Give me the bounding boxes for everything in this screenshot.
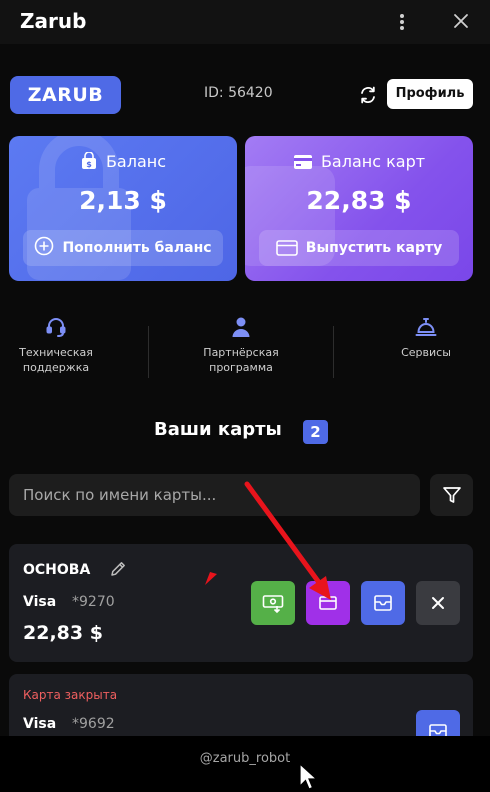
close-window-icon[interactable]	[450, 10, 472, 32]
edit-pencil-icon[interactable]	[109, 560, 127, 578]
user-icon	[232, 317, 250, 337]
main-content: ZARUB ID: 56420 Профиль $ Баланс 2,13 $ П…	[0, 44, 490, 736]
service-bell-icon	[415, 318, 437, 336]
card-closed-status: Карта закрыта	[23, 688, 118, 702]
envelope-icon	[429, 724, 447, 736]
footer: @zarub_robot	[0, 736, 490, 792]
card-details-button[interactable]	[306, 581, 350, 625]
support-label-2: поддержка	[22, 361, 90, 374]
balance-title: Баланс	[105, 152, 167, 171]
svg-text:$: $	[86, 160, 92, 169]
card-balance: 22,83 $	[23, 622, 103, 644]
profile-button[interactable]: Профиль	[387, 79, 473, 109]
support-label-1: Техническая	[19, 346, 93, 359]
card-number: *9692	[72, 716, 115, 732]
envelope-icon	[374, 595, 392, 611]
card-balance-card: Баланс карт 22,83 $ Выпустить карту	[245, 136, 473, 281]
more-menu-icon[interactable]	[392, 12, 412, 32]
top-up-balance-button[interactable]: Пополнить баланс	[23, 230, 223, 266]
card-balance-amount: 22,83 $	[306, 186, 412, 215]
partner-label-2: программа	[209, 361, 273, 374]
cards-section-title: Ваши карты	[154, 419, 282, 440]
filter-icon	[443, 487, 461, 503]
logo-button[interactable]: ZARUB	[10, 76, 121, 114]
card-close-button[interactable]	[416, 581, 460, 625]
issue-card-label: Выпустить карту	[305, 240, 443, 256]
services-shortcut[interactable]: Сервисы	[361, 316, 490, 360]
credit-card-icon	[293, 155, 312, 169]
card-brand: Visa	[23, 594, 57, 610]
top-up-balance-label: Пополнить баланс	[62, 240, 212, 256]
partner-program-shortcut[interactable]: Партнёрская программа	[176, 316, 306, 375]
card-outline-icon	[275, 240, 298, 256]
card-list-item[interactable]: Карта закрыта Visa *9692	[9, 674, 473, 736]
balance-heading: $ Баланс	[9, 151, 237, 171]
close-icon	[432, 597, 444, 609]
filter-button[interactable]	[430, 474, 473, 516]
bot-handle: @zarub_robot	[199, 751, 291, 766]
cards-count-badge: 2	[303, 420, 328, 444]
balance-amount: 2,13 $	[79, 186, 167, 215]
card-balance-title: Баланс карт	[320, 152, 426, 171]
mouse-cursor-icon	[299, 762, 319, 790]
card-name: ОСНОВА	[23, 562, 91, 578]
card-balance-heading: Баланс карт	[245, 152, 473, 171]
plus-circle-icon	[35, 236, 54, 256]
wallet-icon: $	[81, 151, 96, 169]
card-history-button[interactable]	[361, 581, 405, 625]
window-title: Zarub	[20, 9, 87, 33]
title-bar: Zarub	[0, 0, 490, 44]
card-number: *9270	[72, 594, 115, 610]
card-history-button[interactable]	[416, 710, 460, 736]
shortcuts-row: Техническая поддержка Партнёрская програ…	[0, 316, 490, 386]
balance-card: $ Баланс 2,13 $ Пополнить баланс	[9, 136, 237, 281]
card-details-icon	[319, 596, 337, 610]
divider	[148, 326, 149, 378]
partner-label-1: Партнёрская	[203, 346, 279, 359]
card-topup-button[interactable]	[251, 581, 295, 625]
refresh-icon[interactable]	[358, 85, 378, 105]
card-list-item[interactable]: ОСНОВА Visa *9270 22,83 $	[9, 544, 473, 662]
divider	[333, 326, 334, 378]
services-label: Сервисы	[401, 346, 451, 359]
card-search-input[interactable]	[9, 474, 420, 516]
support-shortcut[interactable]: Техническая поддержка	[0, 316, 121, 375]
card-deposit-icon	[262, 595, 284, 614]
user-id: ID: 56420	[204, 85, 273, 101]
card-brand: Visa	[23, 716, 57, 732]
headset-icon	[46, 318, 66, 337]
issue-card-button[interactable]: Выпустить карту	[259, 230, 459, 266]
